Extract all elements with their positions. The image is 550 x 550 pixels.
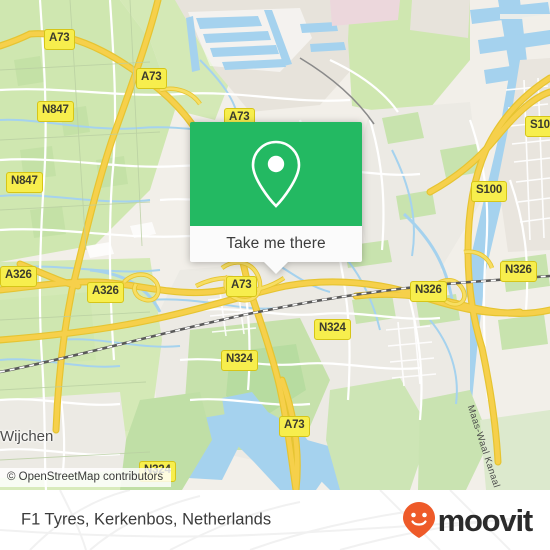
bottom-info-bar: F1 Tyres, Kerkenbos, Netherlands moovit [0,490,550,550]
road-shield-n326-15: N326 [410,281,447,302]
road-shield-a326-5: A326 [0,266,37,287]
road-shield-s100-12: S100 [525,116,550,137]
moovit-brand[interactable]: moovit [402,501,534,539]
moovit-map-screenshot: A73A73A73N847N847A326A326A73N324N324A73N… [0,0,550,550]
osm-attribution[interactable]: © OpenStreetMap contributors [0,468,172,487]
road-shield-a73-10: A73 [279,416,310,437]
callout-pointer [264,262,288,274]
place-label-wijchen: Wijchen [0,428,54,445]
road-shield-n326-14: N326 [500,261,537,282]
road-shield-n324-8: N324 [314,319,351,340]
moovit-wordmark: moovit [437,502,534,538]
road-shield-a73-0: A73 [44,29,75,50]
map-canvas[interactable]: A73A73A73N847N847A326A326A73N324N324A73N… [0,0,550,490]
road-shield-a73-1: A73 [136,68,167,89]
take-me-there-label: Take me there [226,235,326,252]
road-shield-n847-3: N847 [37,101,74,122]
moovit-pin-smiley-icon [402,502,435,538]
map-pin-icon [251,140,301,208]
road-shield-n847-4: N847 [6,172,43,193]
road-shield-a73-7: A73 [226,276,257,297]
road-shield-s100-13: S100 [471,181,508,202]
destination-callout-card[interactable]: Take me there [190,122,362,274]
road-shield-n324-9: N324 [221,350,258,371]
callout-image-panel [190,122,362,226]
road-shield-a326-6: A326 [87,282,124,303]
place-title: F1 Tyres, Kerkenbos, Netherlands [21,510,272,529]
callout-action-panel[interactable]: Take me there [190,226,362,274]
